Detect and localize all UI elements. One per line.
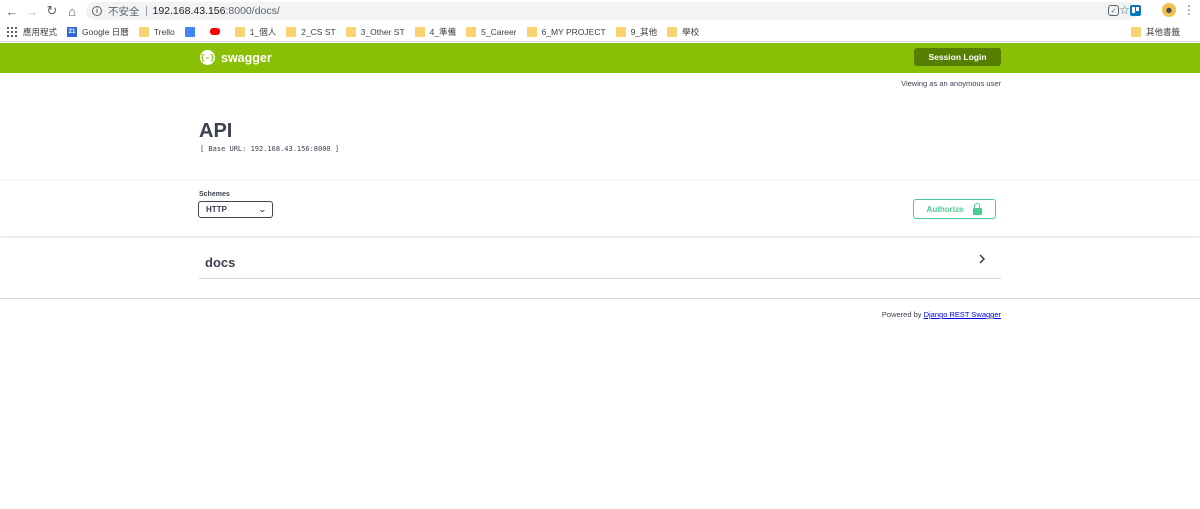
swagger-logo-text: swagger (221, 50, 272, 65)
swagger-logo-icon: {-} (200, 50, 215, 65)
apps-icon (7, 26, 17, 37)
session-login-button[interactable]: Session Login (914, 48, 1001, 66)
footer-divider (0, 298, 1200, 299)
folder-icon (234, 26, 245, 37)
url-host: 192.168.43.156 (152, 5, 226, 17)
bookmark-label: 6_MY PROJECT (541, 26, 606, 37)
bookmark-label: 其他書籤 (1145, 26, 1180, 37)
forward-icon[interactable]: → (22, 0, 42, 22)
swagger-logo[interactable]: {-} swagger (200, 50, 272, 65)
bookmark-folder-4[interactable]: 4_準備 (414, 26, 457, 38)
back-icon[interactable]: ← (2, 0, 22, 22)
schemes-select[interactable]: HTTP ⌄ (198, 201, 273, 218)
bookmark-label: 4_準備 (429, 26, 457, 37)
folder-icon (345, 26, 356, 37)
scheme-container: Schemes HTTP ⌄ Authorize (0, 180, 1200, 236)
folder-icon (414, 26, 425, 37)
bookmark-label: Google 日曆 (82, 26, 129, 37)
reload-icon[interactable]: ↻ (42, 0, 62, 22)
url-path: :8000/docs/ (225, 5, 280, 17)
bookmark-label: 3_Other ST (360, 26, 405, 37)
google-docs-icon (184, 26, 195, 37)
authorize-button[interactable]: Authorize (913, 199, 996, 219)
folder-icon (667, 26, 678, 37)
bookmark-folder-6[interactable]: 6_MY PROJECT (526, 26, 606, 37)
viewing-status: Viewing as an anoymous user (901, 79, 1001, 88)
bookmarks-bar: 應用程式 21 Google 日曆 Trello 1_個人 2_CS ST 3_… (0, 22, 1200, 42)
powered-by: Powered by Django REST Swagger (882, 310, 1001, 319)
info-icon[interactable]: i (92, 6, 102, 16)
folder-icon (138, 26, 149, 37)
bookmark-label: 2_CS ST (301, 26, 336, 37)
bookmark-folder-1[interactable]: 1_個人 (234, 26, 277, 38)
page-title: API (199, 120, 233, 142)
browser-toolbar: ← → ↻ ⌂ i 不安全 192.168.43.156:8000/docs/ … (0, 0, 1200, 22)
swagger-header: {-} swagger Session Login (0, 43, 1200, 73)
bookmark-google-calendar[interactable]: 21 Google 日曆 (67, 26, 129, 38)
bookmark-label: 1_個人 (249, 26, 277, 37)
bookmark-apps[interactable]: 應用程式 (7, 26, 57, 38)
chevron-right-icon (979, 254, 986, 264)
powered-by-text: Powered by (881, 310, 922, 319)
folder-icon (466, 26, 477, 37)
bookmark-folder-3[interactable]: 3_Other ST (345, 26, 405, 37)
schemes-label: Schemes (199, 191, 230, 198)
folder-icon (526, 26, 537, 37)
bookmark-trello[interactable]: Trello (138, 26, 175, 37)
tag-name: docs (205, 255, 236, 270)
bookmark-label: Trello (153, 26, 175, 37)
bookmark-folder-5[interactable]: 5_Career (466, 26, 517, 37)
bookmark-folder-2[interactable]: 2_CS ST (286, 26, 336, 37)
google-calendar-icon: 21 (67, 26, 78, 37)
bookmark-google-docs[interactable] (184, 26, 200, 37)
trello-extension-icon[interactable] (1130, 5, 1141, 16)
pocket-extension-icon[interactable]: ✓ (1108, 5, 1119, 16)
youtube-icon (209, 28, 220, 35)
google-calendar-badge: 21 (68, 28, 76, 35)
tag-section-docs[interactable]: docs (199, 250, 1001, 279)
bookmark-label: 學校 (682, 26, 700, 37)
bookmark-folder-9[interactable]: 9_其他 (615, 26, 658, 38)
bookmark-star-icon[interactable]: ☆ (1119, 3, 1130, 17)
bookmark-label: 5_Career (481, 26, 517, 37)
django-rest-swagger-link[interactable]: Django REST Swagger (924, 310, 1001, 319)
schemes-selected-value: HTTP (206, 205, 227, 214)
lock-icon (973, 202, 983, 215)
authorize-label: Authorize (926, 204, 964, 214)
folder-icon (286, 26, 297, 37)
address-separator (145, 6, 147, 16)
bookmark-label: 9_其他 (630, 26, 658, 37)
chevron-down-icon: ⌄ (258, 205, 268, 214)
folder-icon (615, 26, 626, 37)
browser-menu-icon[interactable]: ⋮ (1182, 3, 1196, 17)
bookmark-youtube[interactable] (209, 28, 225, 35)
address-bar[interactable]: i 不安全 192.168.43.156:8000/docs/ ☆ (86, 2, 1138, 20)
security-label: 不安全 (108, 5, 140, 18)
profile-avatar-icon[interactable]: ☻ (1162, 3, 1176, 17)
folder-icon (1130, 26, 1141, 37)
bookmark-folder-school[interactable]: 學校 (667, 26, 699, 38)
bookmark-label: 應用程式 (23, 26, 58, 37)
home-icon[interactable]: ⌂ (62, 0, 82, 22)
bookmark-other[interactable]: 其他書籤 (1130, 26, 1180, 38)
base-url: [ Base URL: 192.168.43.156:8000 ] (200, 145, 340, 153)
